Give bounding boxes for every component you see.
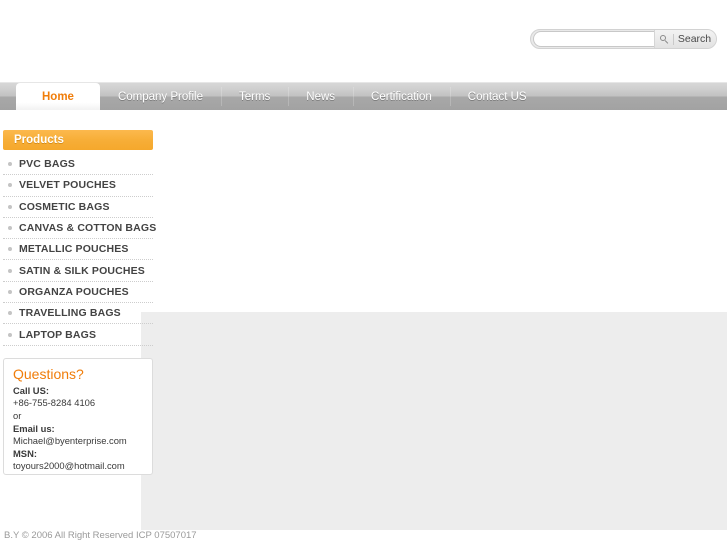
main-navigation: Home Company Profile Terms News Certific…	[0, 82, 727, 110]
product-category-list: PVC BAGS VELVET POUCHES COSMETIC BAGS CA…	[3, 154, 157, 346]
sidebar-item-label: PVC BAGS	[19, 158, 76, 171]
sidebar-item-cosmetic-bags[interactable]: COSMETIC BAGS	[3, 197, 153, 218]
bullet-icon	[8, 204, 12, 209]
sidebar-item-label: SATIN & SILK POUCHES	[19, 264, 145, 277]
bullet-icon	[8, 226, 12, 231]
nav-lead-spacer	[0, 83, 16, 110]
sidebar-item-velvet-pouches[interactable]: VELVET POUCHES	[3, 175, 153, 197]
bullet-icon	[8, 183, 12, 188]
sidebar-item-travelling-bags[interactable]: TRAVELLING BAGS	[3, 303, 153, 325]
sidebar-item-canvas-cotton-bags[interactable]: CANVAS & COTTON BAGS	[3, 218, 157, 240]
msn-address[interactable]: toyours2000@hotmail.com	[13, 460, 143, 473]
sidebar-item-label: CANVAS & COTTON BAGS	[19, 222, 157, 235]
copyright-text: B.Y © 2006 All Right Reserved ICP 075070…	[4, 530, 197, 541]
search-input[interactable]	[533, 31, 654, 47]
sidebar-item-satin-silk-pouches[interactable]: SATIN & SILK POUCHES	[3, 260, 153, 282]
bullet-icon	[8, 311, 12, 316]
nav-item-contact-us[interactable]: Contact US	[449, 83, 545, 110]
search-button-label: Search	[677, 32, 712, 45]
site-header: Search	[0, 0, 727, 82]
msn-label: MSN:	[13, 447, 37, 459]
nav-item-news[interactable]: News	[288, 83, 353, 110]
nav-item-news-label: News	[306, 90, 336, 103]
sidebar-item-metallic-pouches[interactable]: METALLIC POUCHES	[3, 239, 153, 261]
sidebar-item-label: COSMETIC BAGS	[19, 200, 110, 213]
nav-item-home[interactable]: Home	[16, 83, 100, 110]
questions-box: Questions? Call US: +86-755-8284 4106 or…	[3, 358, 153, 475]
products-header: Products	[3, 130, 153, 150]
call-us-label: Call US:	[13, 384, 49, 396]
search-icon	[659, 34, 669, 44]
page-root: Search Home Company Profile Terms News C…	[0, 0, 727, 545]
or-separator: or	[13, 409, 22, 421]
sidebar-item-laptop-bags[interactable]: LAPTOP BAGS	[3, 324, 153, 346]
nav-item-terms-label: Terms	[238, 90, 271, 103]
sidebar-item-label: ORGANZA POUCHES	[19, 285, 129, 298]
nav-item-terms[interactable]: Terms	[220, 83, 288, 110]
sidebar-item-label: METALLIC POUCHES	[19, 243, 129, 256]
main-content-area	[160, 122, 720, 302]
sidebar-item-label: TRAVELLING BAGS	[19, 307, 121, 320]
bullet-icon	[8, 289, 12, 294]
nav-item-certification[interactable]: Certification	[353, 83, 450, 110]
sidebar-item-pvc-bags[interactable]: PVC BAGS	[3, 154, 153, 176]
sidebar-item-label: VELVET POUCHES	[19, 179, 117, 192]
phone-number: +86-755-8284 4106	[13, 397, 96, 409]
bullet-icon	[8, 162, 12, 167]
search-box[interactable]: Search	[530, 29, 717, 49]
bullet-icon	[8, 247, 12, 252]
products-header-label: Products	[14, 134, 64, 146]
nav-item-home-label: Home	[42, 90, 74, 103]
site-footer: B.Y © 2006 All Right Reserved ICP 075070…	[0, 530, 727, 545]
questions-title: Questions?	[13, 366, 84, 382]
nav-item-certification-label: Certification	[371, 90, 432, 103]
sidebar-item-organza-pouches[interactable]: ORGANZA POUCHES	[3, 282, 153, 304]
sidebar: Products PVC BAGS VELVET POUCHES COSMETI…	[3, 130, 157, 346]
content-backdrop	[141, 312, 727, 530]
search-button-divider	[672, 33, 674, 45]
bullet-icon	[8, 268, 12, 273]
email-us-label: Email us:	[13, 422, 55, 434]
sidebar-item-label: LAPTOP BAGS	[19, 328, 97, 341]
email-address[interactable]: Michael@byenterprise.com	[13, 435, 143, 448]
site-logo	[8, 10, 248, 70]
nav-item-contact-us-label: Contact US	[467, 90, 527, 103]
search-button[interactable]: Search	[654, 30, 716, 48]
nav-item-company-profile[interactable]: Company Profile	[100, 83, 221, 110]
bullet-icon	[8, 332, 12, 337]
nav-item-company-profile-label: Company Profile	[117, 90, 203, 103]
